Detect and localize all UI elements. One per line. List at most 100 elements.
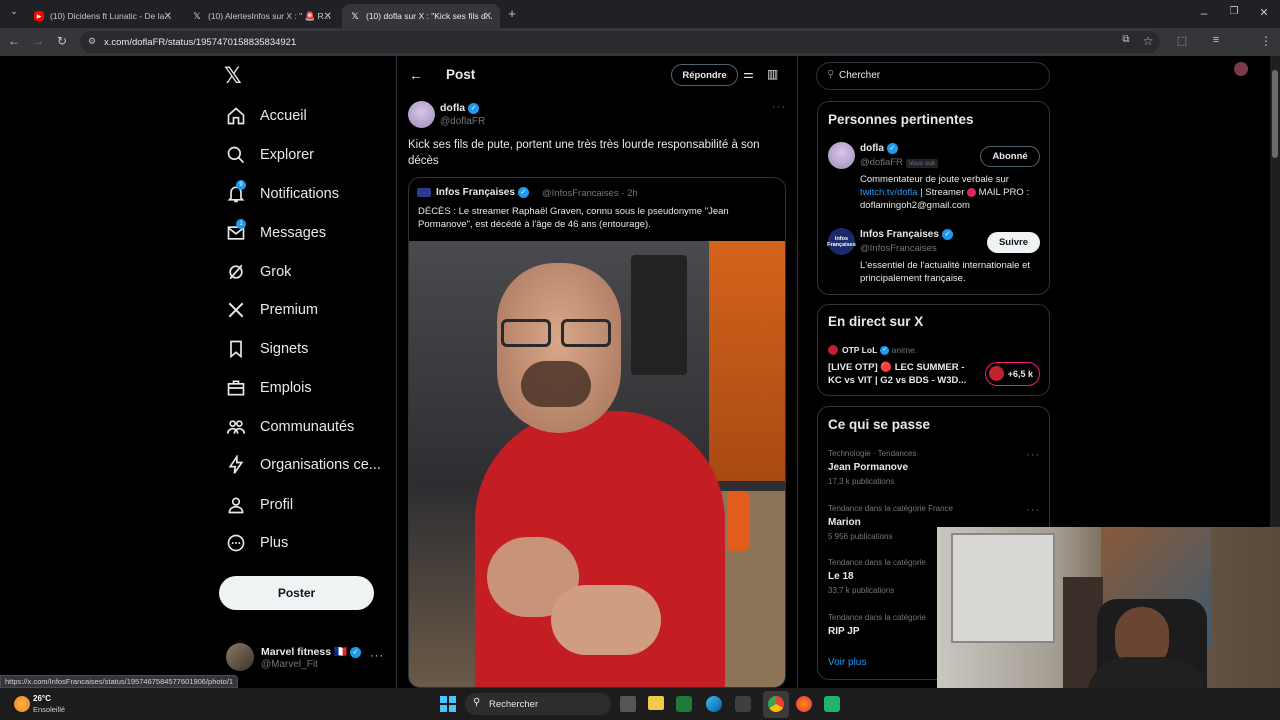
search-icon: ⚲ — [473, 697, 481, 708]
windows-taskbar: 26°C Ensoleillé ⚲ Rechercher — [0, 688, 1280, 720]
trend-meta: Technologie · Tendances — [828, 449, 917, 458]
address-bar[interactable]: ⚙ x.com/doflaFR/status/19574701588358349… — [80, 31, 1160, 53]
reader-view-icon[interactable]: ▥ — [767, 67, 778, 81]
nav-organisations[interactable]: Organisations ce... — [226, 453, 381, 477]
sun-icon[interactable] — [14, 696, 30, 712]
trend-more-icon[interactable]: ··· — [1026, 504, 1040, 516]
edge-icon[interactable] — [706, 696, 722, 712]
post-text: Kick ses fils de pute, portent une très … — [408, 139, 760, 167]
account-avatar[interactable] — [226, 643, 254, 671]
nav-label: Accueil — [260, 108, 307, 124]
account-name-text: Marvel fitness 🇫🇷 — [261, 646, 348, 658]
site-info-icon[interactable]: ⚙ — [88, 36, 96, 47]
reading-list-icon[interactable]: ≡ — [1208, 34, 1224, 46]
quoted-post[interactable]: Infos Françaises ✓ @InfosFrancaises · 2h … — [408, 177, 786, 688]
nav-grok[interactable]: Grok — [226, 260, 291, 284]
quote-author-name: Infos Françaises ✓ — [436, 187, 529, 198]
forward-icon[interactable]: → — [30, 34, 46, 48]
back-icon[interactable]: ← — [6, 34, 22, 48]
trend-name[interactable]: Jean Pormanove — [828, 462, 908, 473]
show-more-link[interactable]: Voir plus — [828, 657, 866, 668]
back-arrow-icon[interactable]: ← — [409, 67, 423, 83]
nav-explore[interactable]: Explorer — [226, 143, 314, 167]
x-logo-icon[interactable]: 𝕏 — [224, 64, 248, 88]
author-handle[interactable]: @doflaFR — [440, 116, 485, 127]
nav-label: Grok — [260, 264, 292, 280]
browser-tab-3[interactable]: 𝕏 (10) dofla sur X : "Kick ses fils d...… — [342, 4, 500, 28]
person-avatar[interactable] — [828, 142, 855, 169]
live-host-name: OTP LoL — [842, 345, 878, 355]
search-icon — [227, 146, 245, 164]
nav-profile[interactable]: Profil — [226, 493, 293, 517]
quote-photo[interactable] — [409, 241, 785, 687]
minimize-icon[interactable]: – — [1196, 6, 1212, 20]
nav-messages[interactable]: 1 Messages — [226, 219, 327, 245]
nav-bookmarks[interactable]: Signets — [226, 337, 308, 361]
close-icon[interactable]: ✕ — [324, 11, 332, 22]
nav-premium[interactable]: Premium — [226, 298, 318, 322]
follow-button[interactable]: Suivre — [987, 232, 1040, 253]
account-more-icon[interactable]: ··· — [370, 650, 384, 662]
nav-jobs[interactable]: Emplois — [226, 376, 312, 400]
person-handle: @doflaFR — [860, 157, 903, 168]
install-app-icon[interactable]: ⧉ — [1118, 34, 1134, 45]
firefox-icon[interactable] — [796, 696, 812, 712]
nav-more[interactable]: Plus — [226, 531, 288, 555]
close-icon[interactable]: ✕ — [164, 11, 172, 22]
taskbar-search[interactable]: ⚲ Rechercher — [465, 693, 611, 715]
following-button[interactable]: Abonné — [980, 146, 1040, 167]
live-host[interactable]: OTP LoL ✓ anime. — [842, 345, 917, 356]
store-icon[interactable] — [735, 696, 751, 712]
infos-francaises-avatar[interactable]: Infos Françaises — [827, 228, 856, 255]
person-name-text: Infos Françaises — [860, 229, 939, 241]
url-text: x.com/doflaFR/status/1957470158835834921 — [104, 36, 297, 48]
weather-temp[interactable]: 26°C — [33, 694, 51, 703]
photo-glasses-right — [561, 319, 611, 347]
task-view-icon[interactable] — [620, 696, 636, 712]
trend-name[interactable]: Le 18 — [828, 571, 854, 582]
twitch-link[interactable]: twitch.tv/dofla — [860, 187, 918, 198]
profile-avatar-icon[interactable] — [1234, 62, 1248, 76]
quote-meta: @InfosFrancaises · 2h — [542, 188, 638, 199]
nav-label: Profil — [260, 497, 294, 513]
trend-count: 33,7 k publications — [828, 586, 895, 595]
bookmark-star-icon[interactable]: ☆ — [1140, 34, 1156, 48]
trend-name[interactable]: Marion — [828, 517, 861, 528]
nav-home[interactable]: Accueil — [226, 104, 307, 128]
app-icon[interactable] — [824, 696, 840, 712]
new-tab-icon[interactable]: + — [504, 6, 520, 21]
reply-button[interactable]: Répondre — [671, 64, 738, 86]
live-viewers-pill[interactable]: +6,5 k — [985, 362, 1040, 386]
photo-bottle — [727, 491, 749, 551]
menu-kebab-icon[interactable]: ⋮ — [1258, 34, 1274, 48]
extensions-icon[interactable]: ⬚ — [1174, 34, 1190, 47]
nav-communities[interactable]: Communautés — [226, 415, 354, 439]
filter-icon[interactable]: ⚌ — [743, 67, 754, 81]
person-name[interactable]: Infos Françaises ✓ — [860, 229, 953, 240]
search-input[interactable]: ⚲ Chercher — [816, 62, 1050, 90]
post-button[interactable]: Poster — [219, 576, 374, 610]
window-close-icon[interactable]: ✕ — [1256, 6, 1272, 19]
chrome-taskbar-active[interactable] — [763, 691, 789, 718]
post-more-icon[interactable]: ··· — [772, 101, 786, 113]
author-name[interactable]: dofla ✓ — [440, 102, 480, 114]
file-explorer-icon[interactable] — [648, 696, 664, 710]
close-icon[interactable]: ✕ — [484, 11, 492, 22]
trend-name[interactable]: RIP JP — [828, 626, 860, 637]
scrollbar-thumb[interactable] — [1272, 70, 1278, 158]
live-title[interactable]: [LIVE OTP] 🔴 LEC SUMMER - KC vs VIT | G2… — [828, 361, 978, 387]
tab-search-icon[interactable]: ⌄ — [6, 6, 22, 17]
verified-badge-icon: ✓ — [886, 143, 898, 154]
browser-tab-1[interactable]: ▶ (10) Dicidens ft Lunatic - De la... ✕ — [26, 4, 180, 28]
nav-label: Messages — [260, 225, 327, 241]
author-avatar[interactable] — [408, 101, 435, 128]
trend-more-icon[interactable]: ··· — [1026, 449, 1040, 461]
account-name[interactable]: Marvel fitness 🇫🇷 ✓ — [261, 645, 362, 658]
nav-notifications[interactable]: 9 Notifications — [226, 180, 339, 206]
person-name[interactable]: dofla ✓ — [860, 143, 898, 154]
reload-icon[interactable]: ↻ — [54, 34, 70, 48]
browser-tab-2[interactable]: 𝕏 (10) AlertesInfos sur X : " 🚨 R... ✕ — [184, 4, 340, 28]
nvidia-icon[interactable] — [676, 696, 692, 712]
windows-start-icon[interactable] — [440, 696, 456, 712]
maximize-icon[interactable]: ❐ — [1226, 6, 1242, 17]
